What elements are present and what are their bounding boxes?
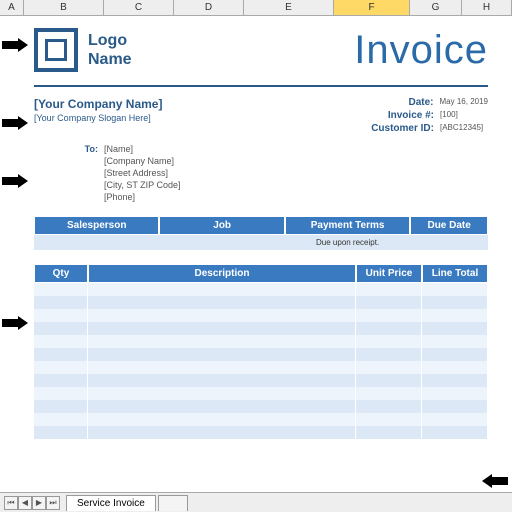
col-d[interactable]: D [174, 0, 244, 15]
items-table-body[interactable] [34, 283, 488, 439]
to-label: To: [34, 144, 98, 154]
annotation-arrow-icon [2, 316, 32, 330]
worksheet[interactable]: LogoName Invoice [Your Company Name] [Yo… [0, 16, 512, 439]
table-row [34, 413, 488, 426]
table-row [34, 322, 488, 335]
table-row [34, 426, 488, 439]
table-row [34, 335, 488, 348]
terms-table-row[interactable]: Due upon receipt. [34, 235, 488, 250]
divider [34, 85, 488, 87]
column-headers: A B C D E F G H [0, 0, 512, 16]
company-slogan[interactable]: [Your Company Slogan Here] [34, 113, 162, 123]
nav-prev-icon[interactable]: ◀ [18, 496, 32, 510]
sheet-tab-new[interactable] [158, 495, 188, 511]
to-city[interactable]: [City, ST ZIP Code] [104, 180, 181, 190]
col-g[interactable]: G [410, 0, 462, 15]
date-label: Date: [409, 97, 434, 108]
col-a[interactable]: A [0, 0, 24, 15]
nav-next-icon[interactable]: ▶ [32, 496, 46, 510]
items-table-header: QtyDescriptionUnit PriceLine Total [34, 264, 488, 283]
nav-last-icon[interactable]: ⏭ [46, 496, 60, 510]
to-name[interactable]: [Name] [104, 144, 133, 154]
table-row [34, 374, 488, 387]
col-f-selected[interactable]: F [334, 0, 410, 15]
annotation-arrow-icon [2, 38, 32, 52]
to-company[interactable]: [Company Name] [104, 156, 174, 166]
table-row [34, 387, 488, 400]
to-street[interactable]: [Street Address] [104, 168, 168, 178]
customer-id-label: Customer ID: [371, 123, 434, 134]
annotation-arrow-icon [2, 116, 32, 130]
table-row [34, 348, 488, 361]
col-b[interactable]: B [24, 0, 104, 15]
annotation-arrow-icon [2, 174, 32, 188]
company-name[interactable]: [Your Company Name] [34, 97, 162, 111]
annotation-arrow-icon [478, 474, 508, 488]
col-h[interactable]: H [462, 0, 512, 15]
table-row [34, 309, 488, 322]
table-row [34, 283, 488, 296]
date-value[interactable]: May 16, 2019 [440, 97, 488, 108]
invoice-title: Invoice [354, 28, 488, 73]
table-row [34, 361, 488, 374]
invoice-num-label: Invoice #: [388, 110, 434, 121]
table-row [34, 296, 488, 309]
invoice-num-value[interactable]: [100] [440, 110, 488, 121]
to-phone[interactable]: [Phone] [104, 192, 135, 202]
col-e[interactable]: E [244, 0, 334, 15]
sheet-tab-active[interactable]: Service Invoice [66, 495, 156, 511]
sheet-tab-bar: ⏮ ◀ ▶ ⏭ Service Invoice [0, 492, 512, 512]
logo-text: LogoName [88, 31, 132, 69]
customer-id-value[interactable]: [ABC12345] [440, 123, 488, 134]
col-c[interactable]: C [104, 0, 174, 15]
table-row [34, 400, 488, 413]
nav-first-icon[interactable]: ⏮ [4, 496, 18, 510]
logo-icon [34, 28, 78, 72]
terms-table-header: SalespersonJobPayment TermsDue Date [34, 216, 488, 235]
